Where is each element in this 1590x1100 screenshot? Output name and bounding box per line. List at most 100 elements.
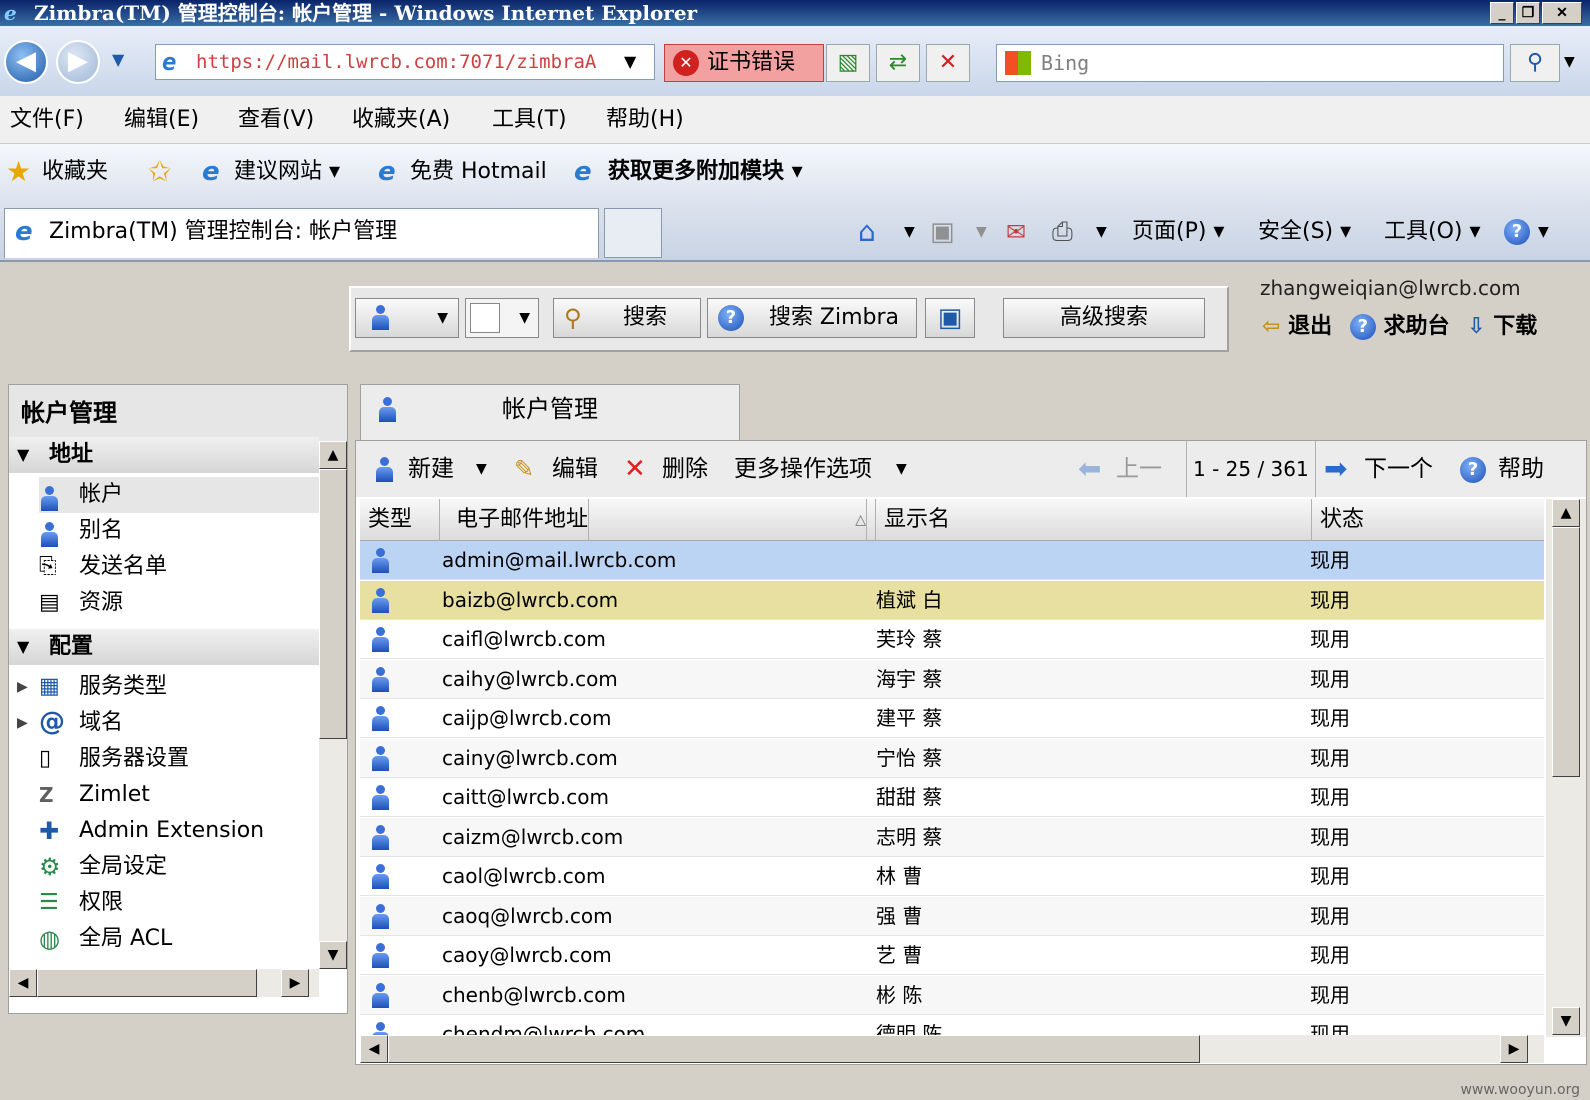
left-panel-vertical-scrollbar[interactable]: ▲ ▼ xyxy=(319,441,347,969)
feeds-dropdown-icon[interactable]: ▼ xyxy=(976,216,987,248)
table-row[interactable]: caoy@lwrcb.com 艺 曹 现用 xyxy=(360,936,1544,975)
scroll-down-icon[interactable]: ▼ xyxy=(1552,1007,1580,1035)
help-dropdown-icon[interactable]: ▼ xyxy=(1538,216,1549,248)
menu-edit[interactable]: 编辑(E) xyxy=(124,96,199,144)
table-row[interactable]: caitt@lwrcb.com 甜甜 蔡 现用 xyxy=(360,778,1544,817)
table-row[interactable]: chenb@lwrcb.com 彬 陈 现用 xyxy=(360,975,1544,1015)
nav-item-distribution-lists[interactable]: ⎘ 发送名单 xyxy=(39,549,329,585)
menu-view[interactable]: 查看(V) xyxy=(238,96,314,144)
left-panel-horizontal-scrollbar[interactable]: ◀ ▶ xyxy=(9,969,319,997)
nav-item-domains[interactable]: ▶ @ 域名 xyxy=(17,705,329,741)
prev-page-button[interactable]: 上一 xyxy=(1116,441,1162,497)
menu-tools[interactable]: 工具(T) xyxy=(492,96,567,144)
help-icon[interactable]: ? xyxy=(1504,219,1530,245)
search-field-dropdown[interactable]: ▼ xyxy=(465,298,539,338)
search-zimbra-button[interactable]: ? 搜索 Zimbra xyxy=(707,298,917,338)
column-display-name[interactable]: 显示名 xyxy=(876,499,1312,541)
scroll-thumb[interactable] xyxy=(319,469,347,739)
compatibility-view-icon[interactable]: ▧ xyxy=(826,44,870,82)
page-menu[interactable]: 页面(P) ▾ xyxy=(1132,216,1224,248)
safety-menu[interactable]: 安全(S) ▾ xyxy=(1258,216,1351,248)
logout-link[interactable]: 退出 xyxy=(1288,314,1332,339)
suggested-sites-link[interactable]: 建议网站 ▾ xyxy=(234,144,340,200)
refresh-icon[interactable]: ⇄ xyxy=(876,44,920,82)
address-dropdown-icon[interactable]: ▼ xyxy=(624,52,636,71)
hotmail-link[interactable]: 免费 Hotmail xyxy=(410,144,547,200)
help-button[interactable]: 帮助 xyxy=(1498,441,1544,497)
table-row[interactable]: caijp@lwrcb.com 建平 蔡 现用 xyxy=(360,699,1544,738)
scroll-up-icon[interactable]: ▲ xyxy=(319,441,347,469)
table-row[interactable]: admin@mail.lwrcb.com 现用 xyxy=(360,541,1544,580)
expand-icon[interactable]: ▶ xyxy=(17,669,28,705)
expand-icon[interactable]: ▶ xyxy=(17,705,28,741)
delete-button[interactable]: 删除 xyxy=(662,441,708,497)
feeds-icon[interactable]: ▣ xyxy=(930,216,955,248)
more-actions-button[interactable]: 更多操作选项 xyxy=(734,441,872,497)
new-button[interactable]: 新建 xyxy=(408,441,454,497)
table-row[interactable]: baizb@lwrcb.com 植斌 白 现用 xyxy=(360,580,1544,620)
more-dropdown-icon[interactable]: ▼ xyxy=(896,441,907,497)
addons-link[interactable]: 获取更多附加模块 ▾ xyxy=(608,144,803,200)
nav-item-admin-extensions[interactable]: ✚ Admin Extension xyxy=(39,813,329,849)
nav-item-global-settings[interactable]: ⚙ 全局设定 xyxy=(39,849,329,885)
advanced-search-button[interactable]: 高级搜索 xyxy=(1003,298,1205,338)
nav-item-global-acl[interactable]: ◍ 全局 ACL xyxy=(39,921,329,957)
add-favorite-icon[interactable]: ✩ xyxy=(148,144,171,200)
address-input[interactable]: e https://mail.lwrcb.com:7071/zimbraA xyxy=(155,44,655,80)
menu-favorites[interactable]: 收藏夹(A) xyxy=(352,96,450,144)
account-list-vertical-scrollbar[interactable]: ▲ ▼ xyxy=(1546,499,1586,1037)
table-row[interactable]: caihy@lwrcb.com 海宇 蔡 现用 xyxy=(360,659,1544,699)
mail-icon[interactable]: ✉ xyxy=(1006,216,1026,248)
download-link[interactable]: 下载 xyxy=(1493,314,1537,339)
scroll-right-icon[interactable]: ▶ xyxy=(1500,1035,1528,1063)
table-row[interactable]: caol@lwrcb.com 林 曹 现用 xyxy=(360,857,1544,896)
table-row[interactable]: caoq@lwrcb.com 强 曹 现用 xyxy=(360,896,1544,936)
certificate-error-button[interactable]: ✕ 证书错误 xyxy=(664,44,824,82)
search-input[interactable]: Bing xyxy=(996,44,1504,82)
scroll-left-icon[interactable]: ◀ xyxy=(9,969,37,997)
account-list-horizontal-scrollbar[interactable]: ◀ ▶ xyxy=(360,1035,1544,1063)
stop-icon[interactable]: ✕ xyxy=(926,44,970,82)
nav-item-accounts[interactable]: 帐户 xyxy=(39,477,329,513)
close-window-button[interactable]: ✕ xyxy=(1542,2,1582,24)
section-addresses[interactable]: ▼ 地址 xyxy=(9,437,319,473)
table-row[interactable]: caizm@lwrcb.com 志明 蔡 现用 xyxy=(360,817,1544,857)
window-title-bar[interactable]: e Zimbra(TM) 管理控制台: 帐户管理 - Windows Inter… xyxy=(0,0,1590,26)
print-dropdown-icon[interactable]: ▼ xyxy=(1096,216,1107,248)
tab-account-management[interactable]: 帐户管理 xyxy=(360,384,740,442)
scroll-right-icon[interactable]: ▶ xyxy=(281,969,309,997)
search-go-icon[interactable]: ⚲ xyxy=(1510,44,1560,82)
new-tab-button[interactable] xyxy=(604,208,662,258)
nav-item-class-of-service[interactable]: ▶ ▦ 服务类型 xyxy=(17,669,329,705)
search-type-dropdown[interactable]: ▼ xyxy=(355,298,459,338)
new-dropdown-icon[interactable]: ▼ xyxy=(476,441,487,497)
home-icon[interactable]: ⌂ xyxy=(858,216,876,248)
search-button[interactable]: ⚲ 搜索 xyxy=(553,298,701,338)
section-configuration[interactable]: ▼ 配置 xyxy=(9,629,319,665)
save-search-icon[interactable]: ▣ xyxy=(925,298,975,338)
nav-item-zimlets[interactable]: Z Zimlet xyxy=(39,777,329,813)
minimize-button[interactable]: _ xyxy=(1490,2,1514,24)
ie-active-tab[interactable]: e Zimbra(TM) 管理控制台: 帐户管理 xyxy=(4,208,599,258)
column-type[interactable]: 类型 xyxy=(360,499,440,541)
scroll-left-icon[interactable]: ◀ xyxy=(360,1035,388,1063)
table-row[interactable]: chendm@lwrcb.com 德明 陈 现用 xyxy=(360,1015,1544,1037)
nav-item-aliases[interactable]: 别名 xyxy=(39,513,329,549)
edit-button[interactable]: 编辑 xyxy=(552,441,598,497)
column-status[interactable]: 状态 xyxy=(1312,499,1544,541)
table-row[interactable]: caifl@lwrcb.com 芙玲 蔡 现用 xyxy=(360,620,1544,659)
favorites-button[interactable]: 收藏夹 xyxy=(42,144,108,200)
menu-help[interactable]: 帮助(H) xyxy=(606,96,684,144)
scroll-up-icon[interactable]: ▲ xyxy=(1552,499,1580,527)
nav-item-servers[interactable]: ▯ 服务器设置 xyxy=(39,741,329,777)
scroll-thumb[interactable] xyxy=(37,969,257,997)
nav-item-resources[interactable]: ▤ 资源 xyxy=(39,585,329,621)
scroll-thumb[interactable] xyxy=(388,1035,1200,1063)
next-page-button[interactable]: 下一个 xyxy=(1364,441,1433,497)
scroll-down-icon[interactable]: ▼ xyxy=(319,941,347,969)
home-dropdown-icon[interactable]: ▼ xyxy=(904,216,915,248)
tools-menu[interactable]: 工具(O) ▾ xyxy=(1384,216,1481,248)
column-email[interactable]: 电子邮件地址 △ xyxy=(440,499,876,541)
forward-button[interactable]: ▶ xyxy=(56,40,100,84)
history-dropdown-icon[interactable]: ▼ xyxy=(112,50,124,69)
